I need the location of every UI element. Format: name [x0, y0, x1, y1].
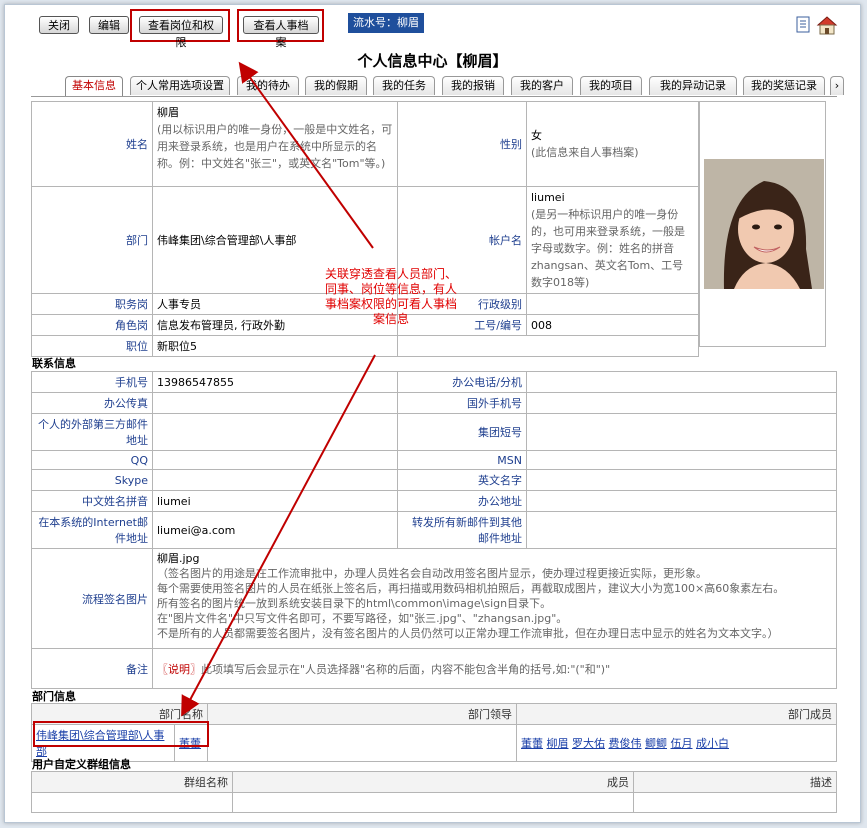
arrow-to-dept [181, 354, 376, 717]
annotation-text: 关联穿透查看人员部门、同事、岗位等信息，有人事档案权限的可看人事档案信息 [324, 267, 457, 326]
arrow-to-buttons [238, 61, 374, 249]
page-frame: 关闭 编辑 查看岗位和权限 查看人事档案 流水号：柳眉 个人信息中心【柳眉】 基… [4, 4, 861, 823]
annotation-arrows [181, 61, 376, 717]
